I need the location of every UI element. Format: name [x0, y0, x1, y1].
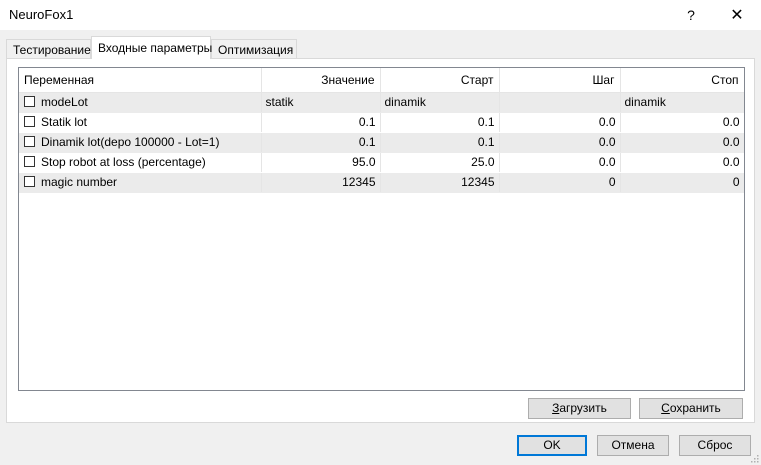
help-button[interactable]: ?	[679, 4, 703, 26]
parameters-grid[interactable]: Переменная Значение Старт Шаг Стоп modeL…	[18, 67, 745, 391]
tab-input-parameters[interactable]: Входные параметры	[91, 36, 212, 59]
title-bar: NeuroFox1 ? ✕	[0, 0, 761, 30]
reset-button[interactable]: Сброс	[679, 435, 751, 456]
stop-cell[interactable]: 0	[620, 172, 744, 193]
variable-name: Dinamik lot(depo 100000 - Lot=1)	[41, 135, 220, 149]
start-cell[interactable]: 0.1	[380, 112, 500, 133]
ok-button[interactable]: OK	[517, 435, 587, 456]
value-cell[interactable]: 95.0	[261, 152, 381, 173]
stop-cell[interactable]: 0.0	[620, 152, 744, 173]
resize-grip-icon[interactable]	[749, 453, 759, 463]
stop-cell[interactable]: dinamik	[620, 92, 744, 113]
save-mnemonic: С	[661, 401, 670, 415]
stop-cell[interactable]: 0.0	[620, 112, 744, 133]
column-header-step[interactable]: Шаг	[499, 68, 621, 93]
dialog-body: Тестирование Входные параметры Оптимизац…	[0, 30, 761, 465]
variable-cell[interactable]: Statik lot	[19, 112, 262, 133]
table-row[interactable]: Dinamik lot(depo 100000 - Lot=1) 0.1 0.1…	[19, 132, 744, 153]
optimize-checkbox[interactable]	[24, 96, 35, 107]
step-cell[interactable]: 0	[499, 172, 621, 193]
optimize-checkbox[interactable]	[24, 176, 35, 187]
variable-cell[interactable]: Dinamik lot(depo 100000 - Lot=1)	[19, 132, 262, 153]
column-header-stop[interactable]: Стоп	[620, 68, 744, 93]
cancel-button[interactable]: Отмена	[597, 435, 669, 456]
step-cell[interactable]: 0.0	[499, 132, 621, 153]
optimize-checkbox[interactable]	[24, 136, 35, 147]
step-cell[interactable]: 0.0	[499, 152, 621, 173]
start-cell[interactable]: 12345	[380, 172, 500, 193]
close-button[interactable]: ✕	[725, 4, 749, 26]
tab-testing[interactable]: Тестирование	[6, 39, 91, 58]
variable-name: Stop robot at loss (percentage)	[41, 155, 206, 169]
variable-cell[interactable]: modeLot	[19, 92, 262, 113]
input-parameters-panel: Переменная Значение Старт Шаг Стоп modeL…	[6, 58, 755, 423]
column-header-start[interactable]: Старт	[380, 68, 500, 93]
column-header-value[interactable]: Значение	[261, 68, 381, 93]
start-cell[interactable]: 25.0	[380, 152, 500, 173]
variable-name: modeLot	[41, 95, 88, 109]
table-row[interactable]: Statik lot 0.1 0.1 0.0 0.0	[19, 112, 744, 133]
header-row: Переменная Значение Старт Шаг Стоп	[19, 68, 744, 93]
start-cell[interactable]: 0.1	[380, 132, 500, 153]
save-label: охранить	[669, 401, 721, 415]
table-row[interactable]: modeLot statik dinamik dinamik	[19, 92, 744, 113]
variable-name: Statik lot	[41, 115, 88, 129]
variable-cell[interactable]: magic number	[19, 172, 262, 193]
parameters-table: Переменная Значение Старт Шаг Стоп modeL…	[19, 68, 744, 193]
window-title: NeuroFox1	[9, 7, 74, 22]
step-cell[interactable]	[499, 92, 621, 113]
value-cell[interactable]: 12345	[261, 172, 381, 193]
stop-cell[interactable]: 0.0	[620, 132, 744, 153]
variable-name: magic number	[41, 175, 118, 189]
optimize-checkbox[interactable]	[24, 156, 35, 167]
value-cell[interactable]: 0.1	[261, 132, 381, 153]
value-cell[interactable]: 0.1	[261, 112, 381, 133]
tab-optimization[interactable]: Оптимизация	[211, 39, 297, 58]
variable-cell[interactable]: Stop robot at loss (percentage)	[19, 152, 262, 173]
save-button[interactable]: Сохранить	[639, 398, 743, 419]
column-header-variable[interactable]: Переменная	[19, 68, 262, 93]
step-cell[interactable]: 0.0	[499, 112, 621, 133]
table-row[interactable]: Stop robot at loss (percentage) 95.0 25.…	[19, 152, 744, 173]
table-row[interactable]: magic number 12345 12345 0 0	[19, 172, 744, 193]
load-button[interactable]: Загрузить	[528, 398, 631, 419]
load-label: агрузить	[559, 401, 607, 415]
start-cell[interactable]: dinamik	[380, 92, 500, 113]
optimize-checkbox[interactable]	[24, 116, 35, 127]
value-cell[interactable]: statik	[261, 92, 381, 113]
